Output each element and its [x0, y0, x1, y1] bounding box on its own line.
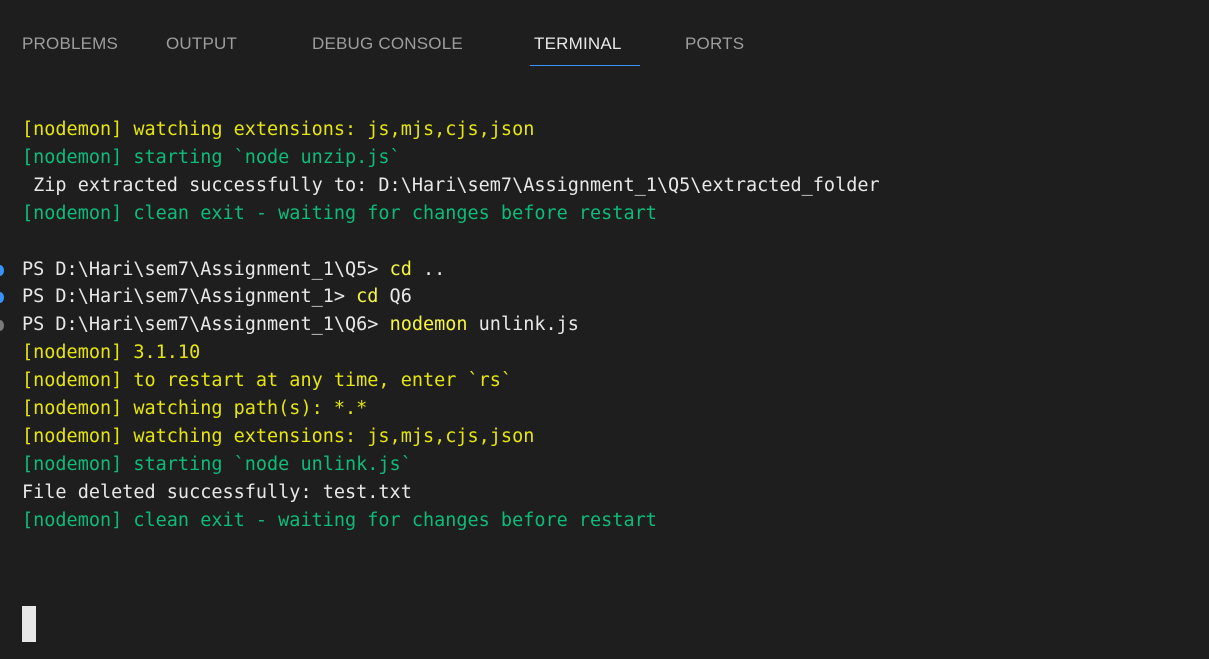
- terminal-line: [nodemon] watching path(s): *.*: [22, 398, 368, 419]
- terminal-line: [nodemon] clean exit - waiting for chang…: [22, 510, 657, 531]
- tab-output[interactable]: OUTPUT: [166, 34, 237, 54]
- terminal-line: [nodemon] watching extensions: js,mjs,cj…: [22, 119, 535, 140]
- command-success-icon[interactable]: [0, 265, 4, 276]
- terminal-line: [nodemon] clean exit - waiting for chang…: [22, 203, 657, 224]
- command-name: cd: [389, 259, 412, 280]
- tab-debug-console[interactable]: DEBUG CONSOLE: [312, 34, 463, 54]
- command-success-icon[interactable]: [0, 292, 4, 303]
- prompt-path: PS D:\Hari\sem7\Assignment_1\Q5>: [22, 259, 390, 280]
- prompt-path: PS D:\Hari\sem7\Assignment_1\Q6>: [22, 314, 390, 335]
- terminal-prompt-line: PS D:\Hari\sem7\Assignment_1\Q5> cd ..: [22, 256, 445, 284]
- active-tab-indicator: [530, 65, 640, 66]
- tab-problems[interactable]: PROBLEMS: [22, 34, 118, 54]
- terminal-line: [nodemon] starting `node unzip.js`: [22, 147, 401, 168]
- command-args: Q6: [378, 286, 412, 307]
- command-args: unlink.js: [467, 314, 579, 335]
- command-name: nodemon: [389, 314, 468, 335]
- terminal-output[interactable]: [nodemon] watching extensions: js,mjs,cj…: [0, 115, 1209, 659]
- tab-ports[interactable]: PORTS: [685, 34, 744, 54]
- prompt-path: PS D:\Hari\sem7\Assignment_1>: [22, 286, 357, 307]
- terminal-line: File deleted successfully: test.txt: [22, 482, 412, 503]
- terminal-cursor: [22, 606, 36, 642]
- terminal-line: [nodemon] 3.1.10: [22, 342, 201, 363]
- terminal-line: [nodemon] to restart at any time, enter …: [22, 370, 513, 391]
- tab-terminal[interactable]: TERMINAL: [534, 34, 622, 54]
- command-args: ..: [411, 259, 446, 280]
- terminal-line: Zip extracted successfully to: D:\Hari\s…: [22, 175, 880, 196]
- terminal-prompt-line: PS D:\Hari\sem7\Assignment_1> cd Q6: [22, 283, 412, 311]
- terminal-prompt-line: PS D:\Hari\sem7\Assignment_1\Q6> nodemon…: [22, 311, 579, 339]
- terminal-line: [nodemon] watching extensions: js,mjs,cj…: [22, 426, 535, 447]
- command-running-icon[interactable]: [0, 320, 4, 331]
- panel-tab-bar: PROBLEMS OUTPUT DEBUG CONSOLE TERMINAL P…: [0, 0, 1209, 92]
- terminal-line: [nodemon] starting `node unlink.js`: [22, 454, 412, 475]
- terminal-panel: PROBLEMS OUTPUT DEBUG CONSOLE TERMINAL P…: [0, 0, 1209, 659]
- command-name: cd: [356, 286, 379, 307]
